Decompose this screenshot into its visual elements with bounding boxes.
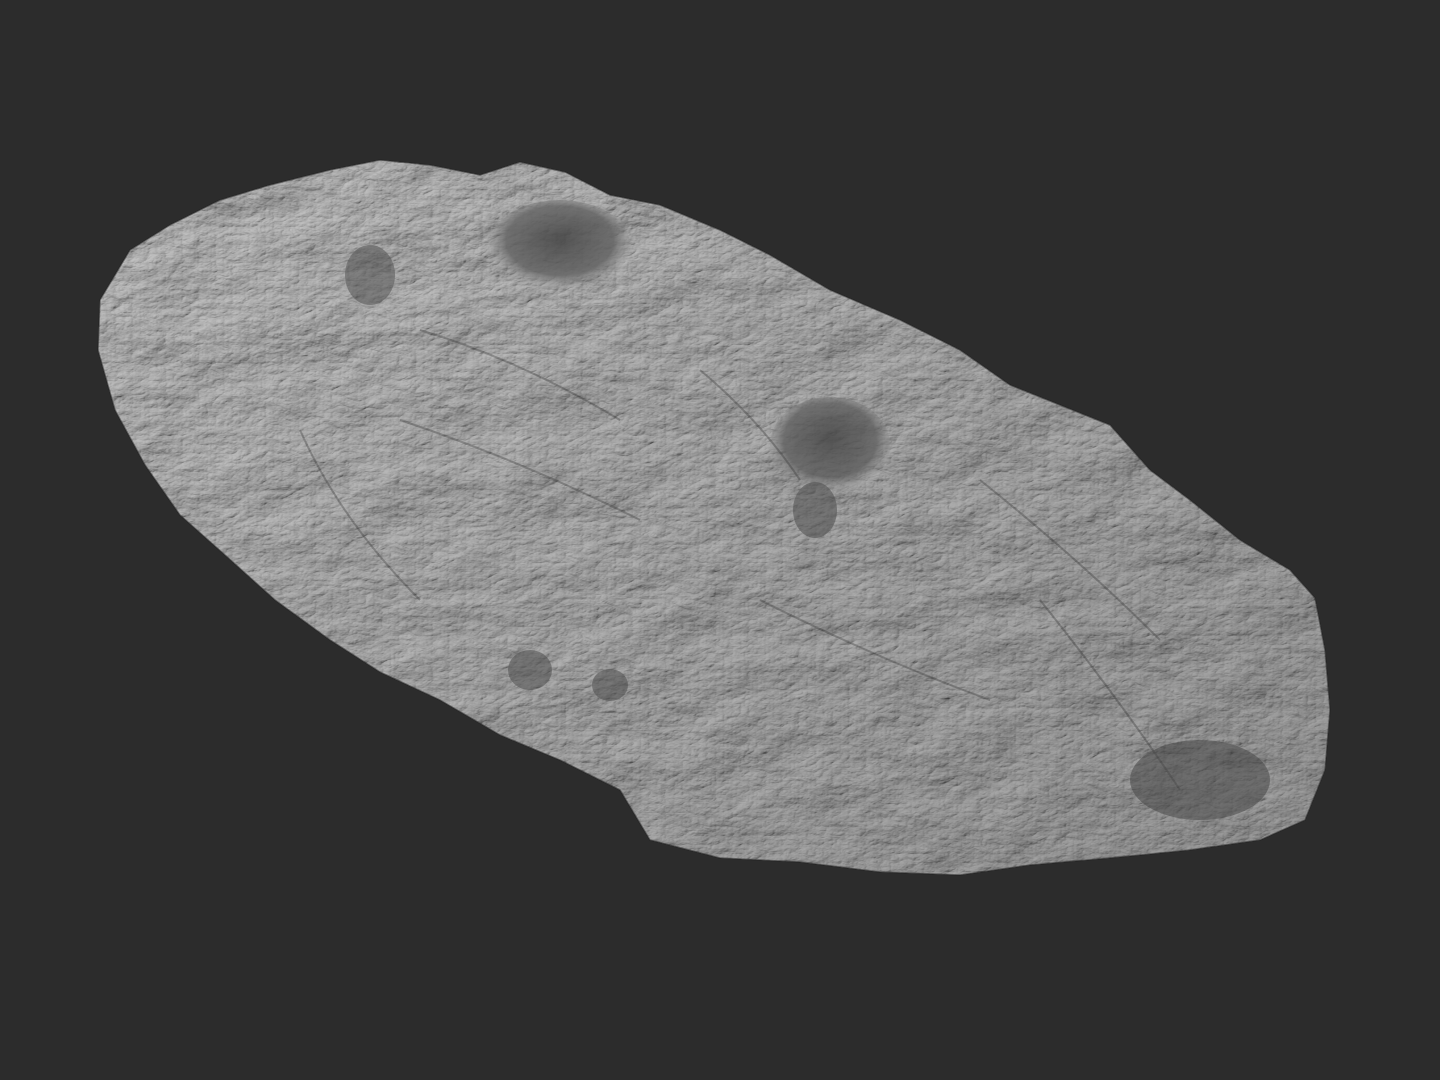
terrain-surface <box>98 160 1330 875</box>
terrain-render <box>97 159 1331 876</box>
render-viewport[interactable] <box>0 0 1440 1080</box>
